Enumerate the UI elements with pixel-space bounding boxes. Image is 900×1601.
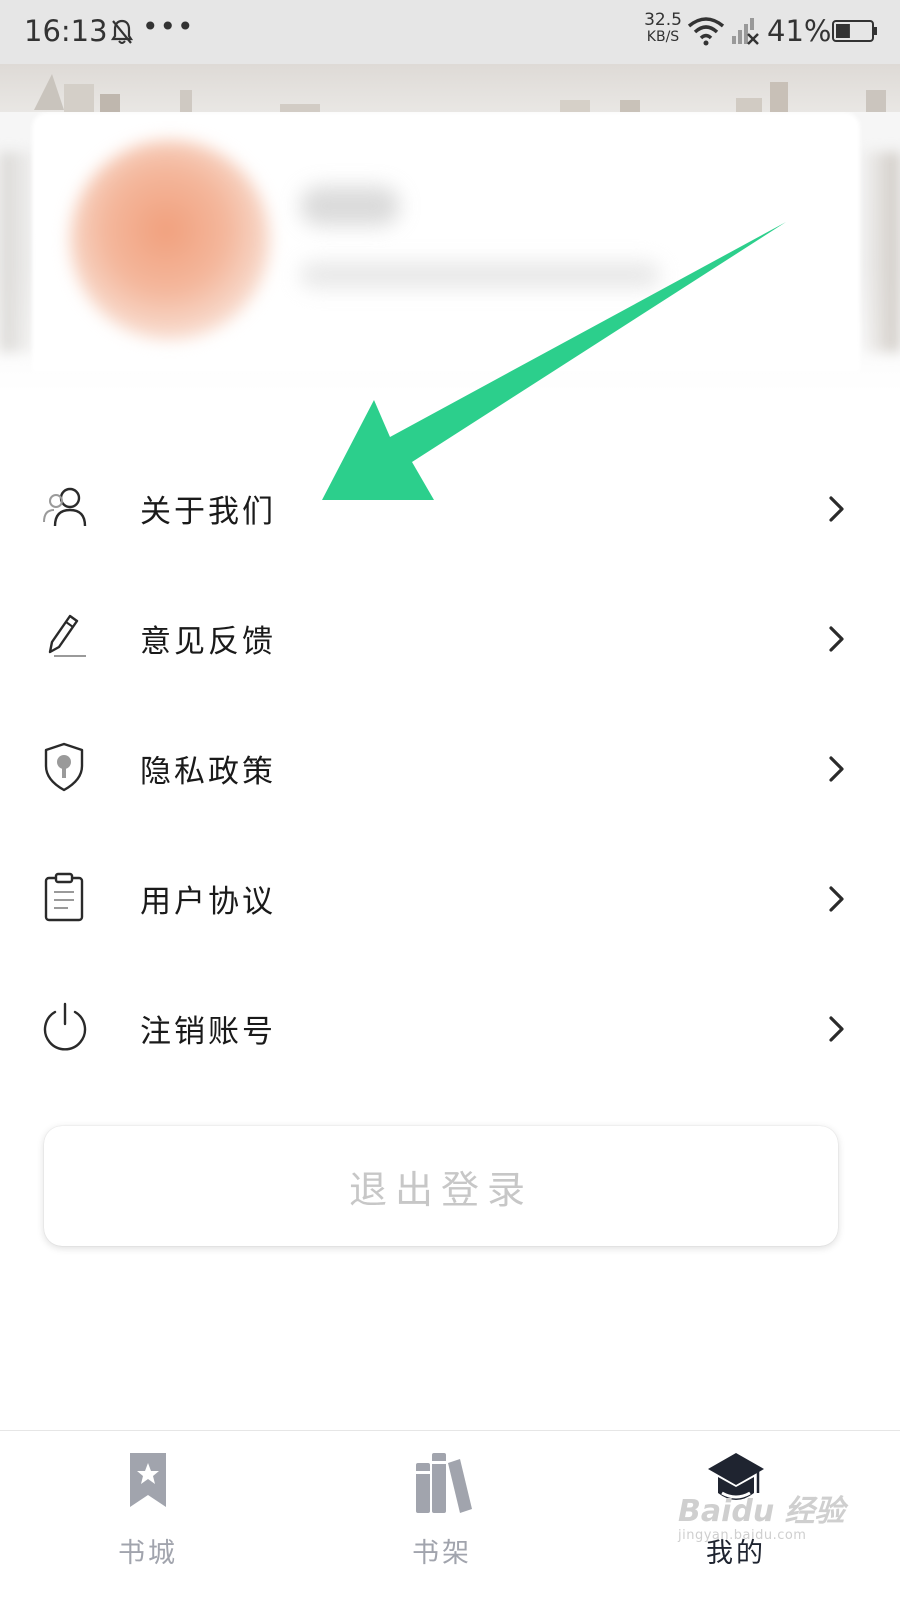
menu-item-user-agreement[interactable]: 用户协议 <box>0 830 900 960</box>
menu-item-label: 意见反馈 <box>140 624 276 660</box>
menu-item-label: 关于我们 <box>140 494 276 530</box>
chevron-right-icon <box>829 886 844 912</box>
chevron-right-icon <box>829 756 844 782</box>
status-time: 16:13 <box>24 14 108 48</box>
bell-muted-icon <box>110 19 134 44</box>
logout-button[interactable]: 退出登录 <box>44 1126 838 1246</box>
menu-item-label: 注销账号 <box>140 1014 276 1050</box>
network-speed-value: 32.5 <box>644 10 682 30</box>
settings-menu: 关于我们 意见反馈 隐私政策 用户协议 注销账号 <box>0 440 900 1090</box>
user-subtitle-blurred <box>300 262 660 288</box>
network-speed-unit: KB/S <box>646 29 680 45</box>
menu-item-privacy-policy[interactable]: 隐私政策 <box>0 700 900 830</box>
pencil-icon <box>48 614 86 657</box>
bookmark-star-icon <box>130 1453 166 1507</box>
username-blurred <box>300 186 400 226</box>
menu-item-feedback[interactable]: 意见反馈 <box>0 570 900 700</box>
shield-icon <box>44 742 84 792</box>
chevron-right-icon <box>829 496 844 522</box>
status-bar: 16:13 ••• 32.5 KB/S 41% <box>0 0 900 64</box>
wifi-icon <box>687 17 725 46</box>
logout-label: 退出登录 <box>348 1167 533 1212</box>
profile-card[interactable] <box>0 112 900 392</box>
more-dots: ••• <box>142 10 195 43</box>
battery-icon <box>832 20 877 42</box>
clipboard-icon <box>44 872 84 922</box>
battery-percent: 41% <box>767 14 832 48</box>
books-icon <box>416 1453 472 1513</box>
menu-item-label: 隐私政策 <box>140 754 276 790</box>
card-shadow-right <box>860 152 900 352</box>
nav-tab-bookshelf[interactable]: 书架 <box>362 1449 522 1579</box>
menu-item-delete-account[interactable]: 注销账号 <box>0 960 900 1090</box>
watermark-url: jingyan.baidu.com <box>678 1528 807 1543</box>
baidu-jingyan-watermark: Baidu 经验 jingyan.baidu.com <box>678 1486 878 1556</box>
chevron-right-icon <box>829 1016 844 1042</box>
menu-item-about-us[interactable]: 关于我们 <box>0 440 900 570</box>
chevron-right-icon <box>829 626 844 652</box>
avatar[interactable] <box>70 140 270 340</box>
signal-icon <box>732 18 759 45</box>
menu-item-label: 用户协议 <box>140 884 276 920</box>
nav-tab-label: 书城 <box>118 1538 178 1569</box>
power-icon <box>43 1002 87 1051</box>
nav-tab-bookstore[interactable]: 书城 <box>68 1449 228 1579</box>
watermark-title: Baidu 经验 <box>678 1494 845 1529</box>
nav-tab-label: 书架 <box>412 1538 472 1569</box>
network-speed: 32.5 KB/S <box>638 12 688 46</box>
user-icon <box>43 487 87 527</box>
